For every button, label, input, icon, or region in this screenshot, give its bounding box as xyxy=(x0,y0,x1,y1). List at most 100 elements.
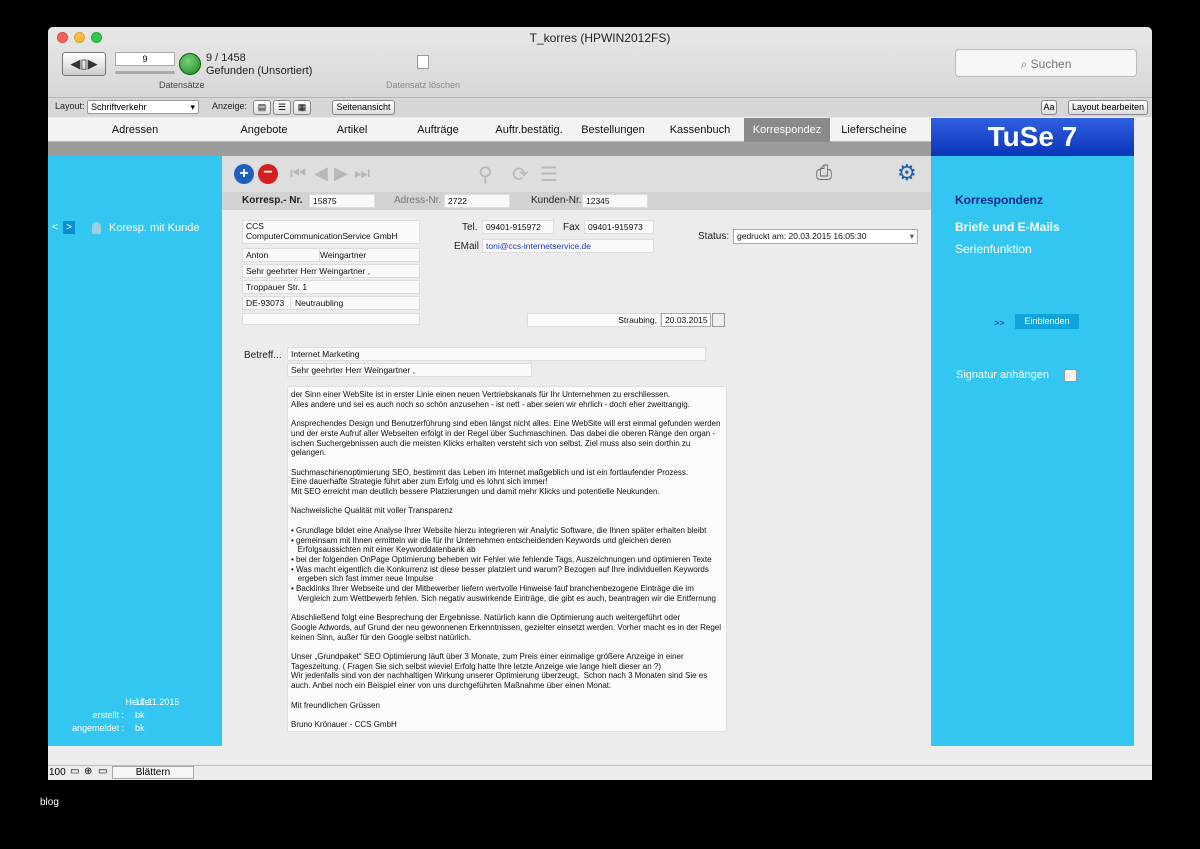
adress-field[interactable]: 2722 xyxy=(444,194,510,208)
print-icon[interactable]: ⎙ xyxy=(816,162,832,185)
layout-select[interactable]: Schriftverkehr ▾ xyxy=(87,100,199,114)
right-panel: Korrespondenz Briefe und E-Mails Serienf… xyxy=(931,156,1134,746)
calendar-icon[interactable] xyxy=(712,313,725,327)
nav-prev-button[interactable]: < xyxy=(52,222,58,233)
found-state: Gefunden (Unsortiert) xyxy=(206,65,313,77)
place-field[interactable]: Straubing, xyxy=(527,313,661,327)
search-field[interactable]: ⌕ Suchen xyxy=(955,49,1137,77)
tel-field[interactable]: 09401-915972 xyxy=(482,220,554,234)
status-select[interactable]: gedruckt am: 20.03.2015 16:05:30 ▾ xyxy=(733,229,918,244)
table-view-button[interactable]: ▦ xyxy=(293,100,311,115)
kunden-label: Kunden-Nr. xyxy=(531,195,582,206)
list-view-icon: ☰ xyxy=(277,102,287,112)
search-placeholder: Suchen xyxy=(1030,57,1072,71)
layout-label: Layout: xyxy=(55,101,85,111)
korresp-field[interactable]: 15875 xyxy=(309,194,375,208)
tab-korrespondenz[interactable]: Korrespondez xyxy=(744,118,830,142)
fax-label: Fax xyxy=(563,222,580,233)
tab-auftraege[interactable]: Aufträge xyxy=(398,118,478,142)
found-set-pie-icon xyxy=(179,53,201,75)
fax-field[interactable]: 09401-915973 xyxy=(584,220,654,234)
tab-artikel[interactable]: Artikel xyxy=(312,118,392,142)
date-field[interactable]: 20.03.2015 xyxy=(661,313,711,327)
records-label: Datensätze xyxy=(159,80,205,90)
signature-label: Signatur anhängen xyxy=(956,369,1049,381)
chevron-down-icon: ▾ xyxy=(190,102,195,112)
kunden-field[interactable]: 12345 xyxy=(582,194,648,208)
edit-layout-button[interactable]: Layout bearbeiten xyxy=(1068,100,1148,115)
logged-label: angemeldet : xyxy=(71,723,124,733)
link-letters-emails[interactable]: Briefe und E-Mails xyxy=(955,220,1060,234)
delete-record-icon[interactable] xyxy=(417,55,429,69)
find-icon[interactable]: ⚲ xyxy=(478,162,493,187)
page-view-button[interactable]: Seitenansicht xyxy=(332,100,395,115)
layout-bar: Layout: Schriftverkehr ▾ Anzeige: ▤ ☰ ▦ S… xyxy=(48,97,1152,117)
sort-icon[interactable]: ☰ xyxy=(540,162,558,187)
mode-select[interactable]: Blättern xyxy=(112,766,194,779)
signature-checkbox[interactable] xyxy=(1064,369,1077,382)
record-number-field[interactable]: 9 xyxy=(115,52,175,66)
prev-record-icon[interactable]: ◀ xyxy=(314,163,328,184)
zoom-level[interactable]: 100 xyxy=(49,767,66,778)
record-nav-icon: ◀▯▶ xyxy=(70,56,98,71)
module-tabs: Adressen Angebote Artikel Aufträge Auftr… xyxy=(48,118,931,142)
window-title: T_korres (HPWIN2012FS) xyxy=(529,31,671,45)
refresh-icon[interactable]: ⟳ xyxy=(512,162,529,187)
tab-lieferscheine[interactable]: Lieferscheine xyxy=(833,118,915,142)
email-field[interactable]: toni@ccs-internetservice.de xyxy=(482,239,654,253)
salutation-field[interactable]: Sehr geehrter Herr Weingartner , xyxy=(242,264,420,278)
address-extra-field[interactable] xyxy=(242,313,420,325)
right-panel-title: Korrespondenz xyxy=(955,193,1044,207)
company-line1: CCS xyxy=(246,221,264,231)
form-view-icon: ▤ xyxy=(257,102,267,112)
link-serial-function[interactable]: Serienfunktion xyxy=(955,242,1032,256)
lastname-field[interactable]: Weingartner xyxy=(319,248,420,262)
logged-value: bk xyxy=(135,723,145,733)
person-icon xyxy=(92,222,101,234)
zoom-out-icon[interactable]: ▭ xyxy=(70,766,79,777)
view-label: Anzeige: xyxy=(212,101,248,111)
street-field[interactable]: Troppauer Str. 1 xyxy=(242,280,420,294)
tab-adressen[interactable]: Adressen xyxy=(83,118,187,142)
firstname-field[interactable]: Anton xyxy=(242,248,320,262)
record-toolbar: + − ⏮ ◀ ▶ ⏭ ⚲ ⟳ ☰ ⎙ ⚙ xyxy=(222,156,931,192)
format-icon[interactable]: Aa xyxy=(1041,100,1057,115)
list-view-button[interactable]: ☰ xyxy=(273,100,291,115)
zip-field[interactable]: DE-93073 xyxy=(242,296,292,310)
tab-auftragsbestaetigung[interactable]: Auftr.bestätig. xyxy=(485,118,573,142)
tab-bestellungen[interactable]: Bestellungen xyxy=(576,118,650,142)
blog-watermark: blog xyxy=(40,797,59,808)
company-field[interactable]: CCS ComputerCommunicationService GmbH xyxy=(242,220,420,244)
korresp-label: Korresp.- Nr. xyxy=(242,195,303,206)
status-bar: 100 ▭ ⊕ ▭ Blättern xyxy=(48,765,1152,780)
created-label: erstellt : xyxy=(92,710,124,720)
record-nav-button[interactable]: ◀▯▶ xyxy=(62,52,106,76)
last-record-icon[interactable]: ⏭ xyxy=(354,163,370,184)
toggle-toolbar-icon[interactable]: ▭ xyxy=(98,766,107,777)
greeting-field[interactable]: Sehr geehrter Herr Weingartner , xyxy=(287,363,532,377)
subject-field[interactable]: Internet Marketing xyxy=(287,347,706,361)
id-row: Korresp.- Nr. 15875 Adress-Nr. 2722 Kund… xyxy=(222,192,931,210)
company-line2: ComputerCommunicationService GmbH xyxy=(246,231,398,241)
table-view-icon: ▦ xyxy=(297,102,307,112)
layout-select-value: Schriftverkehr xyxy=(91,102,147,112)
gear-icon[interactable]: ⚙ xyxy=(897,160,917,186)
first-record-icon[interactable]: ⏮ xyxy=(290,163,306,184)
delete-record-label[interactable]: Datensatz löschen xyxy=(386,80,460,90)
subject-label: Betreff... xyxy=(244,350,282,361)
record-slider[interactable] xyxy=(115,71,175,74)
next-record-icon[interactable]: ▶ xyxy=(334,163,348,184)
letter-body-field[interactable]: der Sinn einer WebSite ist in erster Lin… xyxy=(287,386,727,732)
expand-arrows-icon: >> xyxy=(994,318,1005,328)
chevron-down-icon: ▾ xyxy=(909,231,914,241)
zoom-in-icon[interactable]: ⊕ xyxy=(84,766,92,777)
app-window: T_korres (HPWIN2012FS) ◀▯▶ 9 9 / 1458 Ge… xyxy=(48,27,1152,780)
tab-kassenbuch[interactable]: Kassenbuch xyxy=(660,118,740,142)
add-record-icon[interactable]: + xyxy=(234,164,254,184)
form-view-button[interactable]: ▤ xyxy=(253,100,271,115)
tab-angebote[interactable]: Angebote xyxy=(224,118,304,142)
nav-next-button[interactable]: > xyxy=(63,221,75,234)
show-button[interactable]: Einblenden xyxy=(1015,314,1079,329)
city-field[interactable]: Neutraubling xyxy=(290,296,420,310)
remove-record-icon[interactable]: − xyxy=(258,164,278,184)
